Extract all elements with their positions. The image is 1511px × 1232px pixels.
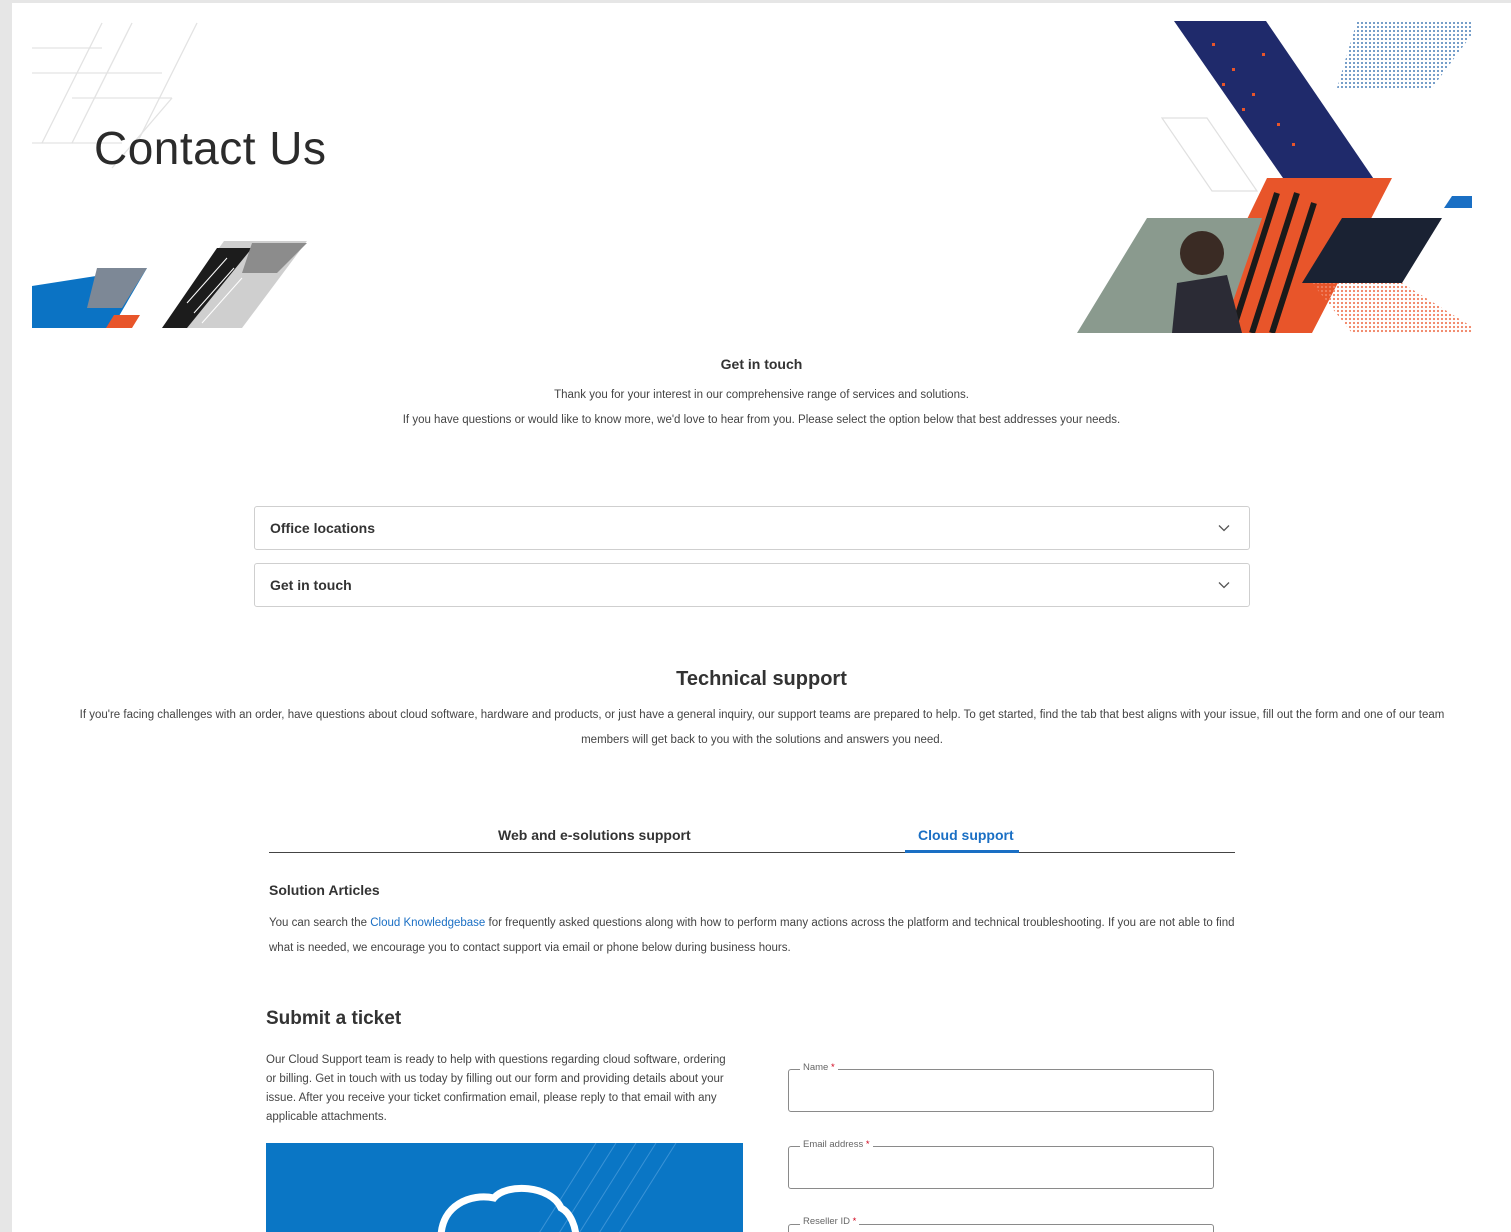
submit-ticket-title: Submit a ticket — [266, 1008, 402, 1029]
solution-articles-title: Solution Articles — [269, 882, 380, 898]
hero-right-decoration — [1077, 21, 1472, 333]
tab-cloud-support[interactable]: Cloud support — [918, 827, 1014, 843]
cloud-knowledgebase-link[interactable]: Cloud Knowledgebase — [370, 917, 485, 929]
hero-banner: Contact Us — [12, 3, 1511, 333]
email-field-label: Email address * — [800, 1139, 873, 1150]
reseller-label-text: Reseller ID — [803, 1216, 850, 1227]
accordion-label: Get in touch — [270, 577, 352, 593]
name-label-text: Name — [803, 1062, 829, 1073]
chevron-down-icon — [1218, 525, 1230, 532]
active-tab-indicator — [905, 850, 1019, 853]
tab-web-e-solutions-support[interactable]: Web and e-solutions support — [498, 827, 691, 843]
email-address-field[interactable] — [788, 1146, 1214, 1189]
required-asterisk: * — [865, 1139, 870, 1150]
support-tabs: Web and e-solutions support Cloud suppor… — [269, 819, 1235, 853]
name-field[interactable] — [788, 1069, 1214, 1112]
cloud-support-promo-image — [266, 1143, 743, 1232]
required-asterisk: * — [852, 1216, 857, 1227]
name-field-label: Name * — [800, 1062, 838, 1073]
intro-heading: Get in touch — [720, 356, 803, 372]
accordion-get-in-touch[interactable]: Get in touch — [254, 563, 1250, 607]
accordion-office-locations[interactable]: Office locations — [254, 506, 1250, 550]
intro-text-line-1: Thank you for your interest in our compr… — [554, 389, 969, 401]
reseller-id-field-label: Reseller ID * — [800, 1216, 860, 1227]
page: Contact Us Get in touch Thank you for yo… — [12, 3, 1511, 1232]
page-title: Contact Us — [94, 122, 327, 174]
accordion-label: Office locations — [270, 520, 376, 536]
required-asterisk: * — [830, 1062, 835, 1073]
email-label-text: Email address — [803, 1139, 864, 1150]
chevron-down-icon — [1218, 582, 1230, 589]
solution-articles-text-before: You can search the — [269, 917, 371, 929]
submit-ticket-description: Our Cloud Support team is ready to help … — [266, 1054, 726, 1123]
intro-text-line-2: If you have questions or would like to k… — [402, 414, 1121, 426]
section-title-technical-support: Technical support — [676, 668, 847, 690]
solution-articles-text: You can search the Cloud Knowledgebase f… — [269, 911, 1239, 961]
technical-support-description: If you're facing challenges with an orde… — [79, 709, 1445, 746]
